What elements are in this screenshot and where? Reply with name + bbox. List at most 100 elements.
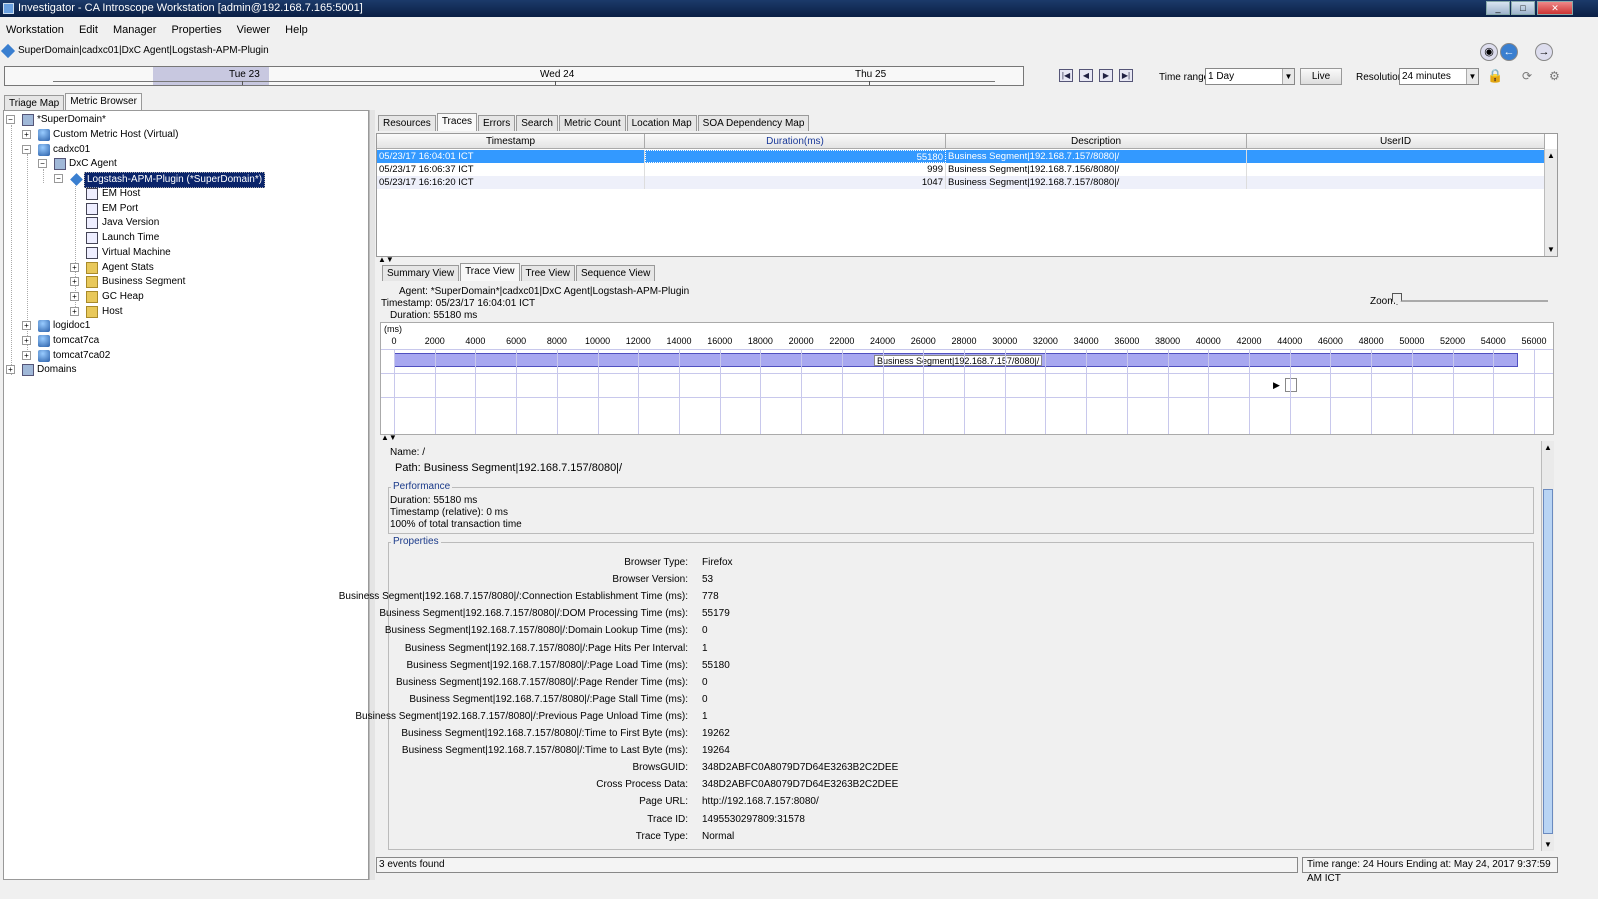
status-events: 3 events found	[376, 857, 1298, 873]
ruler-grid-line	[882, 349, 884, 434]
tab-metric-count[interactable]: Metric Count	[558, 115, 626, 131]
host-icon	[38, 129, 50, 141]
menu-edit[interactable]: Edit	[73, 22, 104, 38]
scroll-thumb[interactable]	[1543, 489, 1553, 834]
cell-duration: 55180	[645, 150, 946, 163]
tree-label: EM Host	[102, 188, 141, 199]
ruler-tick-label: 16000	[707, 336, 733, 346]
scroll-down-icon[interactable]: ▼	[1544, 840, 1552, 849]
close-button[interactable]: ✕	[1537, 1, 1573, 15]
lock-icon[interactable]: 🔒	[1487, 68, 1503, 84]
table-row[interactable]: 05/23/17 16:04:01 ICT 55180 Business Seg…	[377, 150, 1545, 163]
time-range-select[interactable]: 1 Day ▼	[1205, 68, 1295, 85]
expand-icon[interactable]: +	[22, 336, 31, 345]
menu-bar: Workstation Edit Manager Properties View…	[0, 22, 1598, 38]
performance-duration: Duration: 55180 ms	[390, 495, 478, 506]
ruler-unit: (ms)	[384, 324, 402, 334]
zoom-slider[interactable]	[1392, 300, 1548, 302]
expand-icon[interactable]: +	[70, 292, 79, 301]
tab-metric-browser[interactable]: Metric Browser	[65, 93, 142, 111]
expand-icon[interactable]: +	[22, 130, 31, 139]
collapse-icon[interactable]: −	[22, 145, 31, 154]
agent-icon	[54, 158, 66, 170]
property-key: BrowsGUID:	[632, 762, 688, 774]
first-button[interactable]: |◀	[1059, 69, 1073, 82]
splitter[interactable]	[369, 110, 375, 880]
last-button[interactable]: ▶|	[1119, 69, 1133, 82]
expand-icon[interactable]: +	[70, 263, 79, 272]
menu-workstation[interactable]: Workstation	[0, 22, 70, 38]
prev-button[interactable]: ◀	[1079, 69, 1093, 82]
tree-label: DxC Agent	[69, 158, 117, 169]
tab-sequence-view[interactable]: Sequence View	[576, 265, 656, 281]
ruler-grid-line	[1126, 349, 1128, 434]
column-header-duration[interactable]: Duration(ms)	[645, 134, 946, 149]
scroll-down-icon[interactable]: ▼	[1547, 245, 1555, 254]
property-value: 348D2ABFC0A8079D7D64E3263B2C2DEE	[702, 762, 899, 774]
next-button[interactable]: ▶	[1099, 69, 1113, 82]
globe-icon[interactable]: ◉	[1480, 43, 1498, 61]
tab-location-map[interactable]: Location Map	[626, 115, 697, 131]
column-header-userid[interactable]: UserID	[1247, 134, 1545, 149]
resolution-select[interactable]: 24 minutes ▼	[1399, 68, 1479, 85]
column-header-timestamp[interactable]: Timestamp	[377, 134, 645, 149]
folder-icon	[86, 306, 98, 318]
time-slider[interactable]: Tue 23 Wed 24 Thu 25	[4, 66, 1024, 86]
table-row[interactable]: 05/23/17 16:06:37 ICT 999 Business Segme…	[377, 163, 1545, 176]
tab-search[interactable]: Search	[516, 115, 558, 131]
property-row: Business Segment|192.168.7.157/8080|/:Pa…	[386, 659, 1526, 673]
traces-scrollbar[interactable]: ▲ ▼	[1544, 149, 1557, 256]
tab-tree-view[interactable]: Tree View	[520, 265, 575, 281]
metric-icon	[86, 203, 98, 215]
ruler-grid-line	[841, 349, 843, 434]
property-row: Page URL: http://192.168.7.157:8080/	[386, 795, 1526, 809]
trace-marker[interactable]	[1285, 378, 1297, 392]
property-row: Business Segment|192.168.7.157/8080|/:Pr…	[355, 710, 1526, 724]
play-icon[interactable]: ▶	[1273, 380, 1280, 391]
property-row: Business Segment|192.168.7.157/8080|/:DO…	[379, 607, 1526, 621]
property-value: 19264	[702, 745, 730, 757]
column-header-description[interactable]: Description	[946, 134, 1247, 149]
tab-soa-dependency-map[interactable]: SOA Dependency Map	[697, 115, 810, 131]
table-row[interactable]: 05/23/17 16:16:20 ICT 1047 Business Segm…	[377, 176, 1545, 189]
expand-icon[interactable]: +	[22, 321, 31, 330]
collapse-icon[interactable]: −	[54, 174, 63, 183]
ruler-grid-line	[1452, 349, 1454, 434]
menu-manager[interactable]: Manager	[107, 22, 162, 38]
forward-button[interactable]: →	[1535, 43, 1553, 61]
tab-errors[interactable]: Errors	[478, 115, 516, 131]
scroll-up-icon[interactable]: ▲	[1544, 443, 1552, 452]
ruler-tick-label: 24000	[870, 336, 896, 346]
minimize-button[interactable]: _	[1486, 1, 1510, 15]
expand-icon[interactable]: +	[6, 365, 15, 374]
refresh-icon[interactable]: ⟳	[1522, 69, 1532, 83]
expand-icon[interactable]: +	[70, 277, 79, 286]
menu-help[interactable]: Help	[279, 22, 314, 38]
tab-traces[interactable]: Traces	[436, 113, 478, 131]
tab-trace-view[interactable]: Trace View	[460, 263, 520, 281]
cell-timestamp: 05/23/17 16:04:01 ICT	[377, 150, 645, 163]
ruler-grid-line	[964, 349, 965, 434]
scroll-up-icon[interactable]: ▲	[1547, 151, 1555, 160]
collapse-icon[interactable]: −	[38, 159, 47, 168]
tab-triage-map[interactable]: Triage Map	[4, 95, 65, 111]
ruler-tick-label: 22000	[829, 336, 855, 346]
maximize-button[interactable]: □	[1511, 1, 1535, 15]
status-time-range: Time range: 24 Hours Ending at: May 24, …	[1302, 857, 1558, 884]
details-scrollbar[interactable]: ▲ ▼	[1541, 441, 1554, 851]
menu-properties[interactable]: Properties	[165, 22, 227, 38]
back-button[interactable]: ←	[1500, 43, 1518, 61]
menu-viewer[interactable]: Viewer	[231, 22, 276, 38]
ruler-grid-line	[556, 349, 558, 434]
collapse-icon[interactable]: −	[6, 115, 15, 124]
settings-icon[interactable]: ⚙	[1549, 69, 1560, 83]
property-value: 0	[702, 676, 708, 688]
timeline-label: Wed 24	[540, 69, 575, 80]
tab-resources[interactable]: Resources	[378, 115, 436, 131]
tab-summary-view[interactable]: Summary View	[382, 265, 460, 281]
expand-icon[interactable]: +	[22, 351, 31, 360]
expand-icon[interactable]: +	[70, 307, 79, 316]
ruler-tick-label: 40000	[1195, 336, 1221, 346]
performance-group	[388, 487, 1534, 534]
live-button[interactable]: Live	[1300, 68, 1342, 85]
